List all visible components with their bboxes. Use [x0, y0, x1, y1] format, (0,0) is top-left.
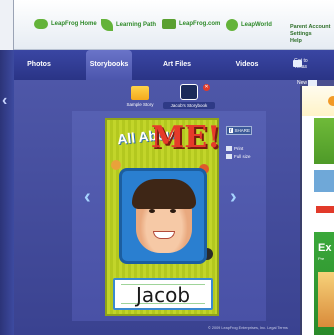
previous-page-arrow-icon[interactable]: ‹ [84, 186, 91, 209]
orange-leaf-icon [328, 96, 334, 106]
name-plate: Jacob [113, 278, 213, 310]
storybook-item-label: Sample Story [126, 102, 154, 107]
decoration-sticker [111, 160, 121, 170]
leaf-icon [101, 19, 113, 31]
help-link[interactable]: Help [290, 38, 330, 45]
parent-account-link[interactable]: Parent Account [290, 24, 330, 31]
right-window-promo[interactable]: Ex Pre [314, 232, 334, 335]
cover-title-big: ME! [151, 120, 221, 155]
nav-learning-path-label: Learning Path [116, 22, 157, 28]
tab-videos[interactable]: Videos [224, 50, 270, 80]
globe-icon [226, 19, 238, 31]
top-navigation-bar: LeapFrog Home Learning Path LeapFrog.com… [14, 0, 334, 50]
child-eye [170, 209, 176, 213]
tab-storybooks[interactable]: Storybooks [86, 50, 132, 80]
share-label: SHARE [234, 128, 251, 133]
left-window-prev-arrow-icon[interactable]: ‹ [2, 92, 7, 110]
tab-art-files[interactable]: Art Files [154, 50, 200, 80]
promo-title: Ex [318, 242, 332, 254]
child-name: Jacob [135, 283, 191, 307]
leapfrog-home-icon [34, 19, 48, 29]
account-links: Parent Account Settings Help [290, 24, 330, 45]
nav-leapfrog-home[interactable]: LeapFrog Home [34, 19, 97, 29]
copyright-text: © 2009 LeapFrog Enterprises, Inc. Legal … [208, 326, 288, 330]
nav-leapfrog-com[interactable]: LeapFrog.com [162, 19, 220, 29]
nav-leapfrog-com-label: LeapFrog.com [179, 21, 221, 27]
nav-leapworld-label: LeapWorld [241, 22, 272, 28]
child-hair [132, 179, 196, 209]
child-photo [119, 168, 207, 264]
storybook-item-label: Jacob's Storybook [163, 102, 215, 109]
promo-image [318, 272, 334, 327]
next-page-arrow-icon[interactable]: › [230, 186, 237, 209]
print-option[interactable]: Print [226, 146, 243, 151]
right-window-green-panel [314, 118, 334, 164]
background-window-left: ‹ [0, 0, 14, 335]
tab-photos[interactable]: Photos [16, 50, 62, 80]
full-size-label: Full size [234, 154, 251, 159]
print-label: Print [234, 146, 244, 151]
media-tab-bar: Photos Storybooks Art Files Videos Get t… [14, 50, 334, 80]
shopping-cart-icon [162, 19, 176, 29]
storybook-icon [180, 84, 198, 100]
nav-leapworld[interactable]: LeapWorld [226, 19, 272, 31]
right-window-thumbnail [314, 170, 334, 192]
folder-icon [131, 86, 149, 100]
facebook-share-button[interactable]: f SHARE [226, 126, 252, 135]
left-window-header [0, 0, 14, 50]
nav-leapfrog-home-label: LeapFrog Home [51, 21, 97, 27]
window-icon[interactable] [293, 60, 302, 67]
background-window-right: Ex Pre [300, 86, 334, 335]
facebook-icon: f [229, 128, 233, 133]
print-icon [226, 146, 232, 151]
app-screen: ‹ LeapFrog Home Learning Path LeapFrog.c… [0, 0, 334, 335]
right-window-button[interactable] [316, 206, 334, 213]
full-size-option[interactable]: Full size [226, 154, 251, 159]
nav-learning-path[interactable]: Learning Path [101, 19, 156, 31]
promo-subtitle: Pre [318, 256, 325, 261]
delete-storybook-icon[interactable]: ✕ [203, 84, 210, 91]
settings-link[interactable]: Settings [290, 31, 330, 38]
full-size-icon [226, 154, 232, 159]
child-eye [149, 209, 155, 213]
storybook-item-sample-story[interactable]: Sample Story [122, 84, 158, 107]
storybook-cover[interactable]: All About ME! Jacob [105, 118, 221, 316]
